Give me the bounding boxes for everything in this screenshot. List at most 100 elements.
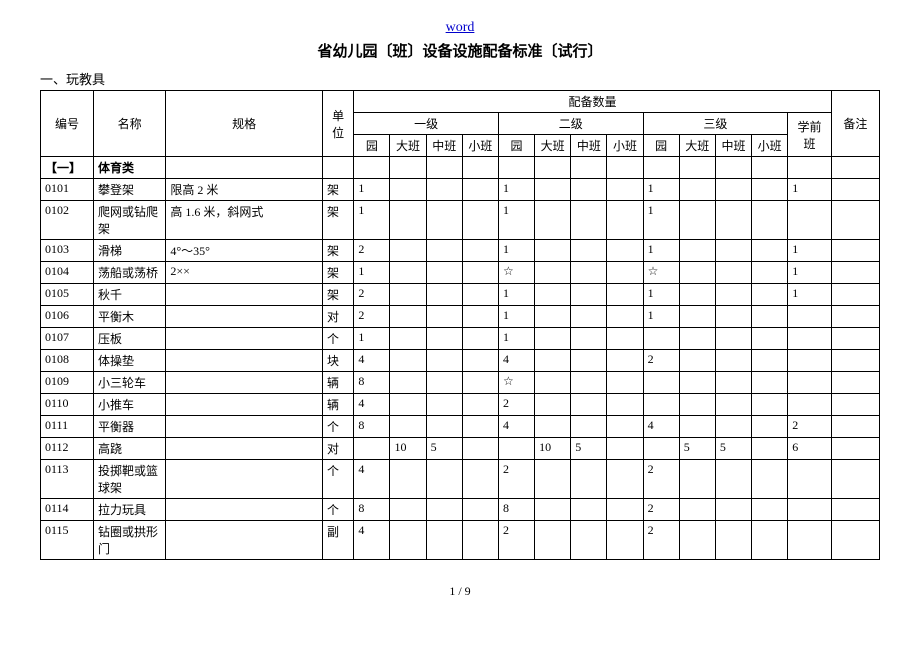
table-row: 0103滑梯4°～35°架2111 [41,240,880,262]
table-cell: 4 [354,460,390,499]
table-cell [752,499,788,521]
th-qty-group: 配备数量 [354,91,831,113]
table-row: 0111平衡器个8442 [41,416,880,438]
table-cell: 小推车 [94,394,166,416]
table-cell [679,240,715,262]
table-cell [679,460,715,499]
table-cell [535,328,571,350]
table-cell: 压板 [94,328,166,350]
table-cell [571,201,607,240]
table-cell [571,416,607,438]
table-cell: 秋千 [94,284,166,306]
th-level3: 三级 [643,113,788,135]
table-cell [715,521,751,560]
table-cell: 架 [323,284,354,306]
table-cell [166,499,323,521]
table-cell [390,350,426,372]
table-cell [462,350,498,372]
table-cell [535,262,571,284]
table-cell: 4 [354,394,390,416]
table-cell: 2 [643,521,679,560]
table-cell [166,372,323,394]
table-cell [426,416,462,438]
table-cell [679,262,715,284]
table-cell: 个 [323,460,354,499]
table-cell [607,416,643,438]
th-l2-yuan: 园 [498,135,534,157]
table-cell [752,262,788,284]
table-cell: 0110 [41,394,94,416]
table-cell [535,179,571,201]
table-cell [715,179,751,201]
table-cell [607,240,643,262]
table-cell [679,499,715,521]
section-empty-cell [354,157,390,179]
section-empty-cell [715,157,751,179]
table-cell [831,372,879,394]
table-cell [462,328,498,350]
table-cell: 滑梯 [94,240,166,262]
table-cell: 1 [498,328,534,350]
table-cell: 2 [788,416,832,438]
section-empty-cell [390,157,426,179]
table-cell: 体操垫 [94,350,166,372]
table-cell [426,201,462,240]
table-cell: 1 [788,240,832,262]
table-cell: 1 [354,328,390,350]
table-cell: 0114 [41,499,94,521]
table-cell [571,179,607,201]
table-cell [462,460,498,499]
table-cell [462,284,498,306]
table-cell [571,499,607,521]
table-cell [535,521,571,560]
table-cell [390,328,426,350]
table-cell [426,328,462,350]
table-cell: 8 [354,416,390,438]
table-cell: 攀登架 [94,179,166,201]
table-cell [462,394,498,416]
table-cell [831,284,879,306]
table-cell [166,438,323,460]
table-cell [831,521,879,560]
table-cell [643,372,679,394]
table-cell: 2×× [166,262,323,284]
table-cell: 个 [323,416,354,438]
table-cell [390,416,426,438]
table-cell [679,372,715,394]
th-l3-da: 大班 [679,135,715,157]
table-cell: 0115 [41,521,94,560]
table-cell: 副 [323,521,354,560]
table-cell: 8 [354,499,390,521]
table-row: 0115钻圈或拱形门副422 [41,521,880,560]
table-cell [166,460,323,499]
table-cell: 1 [498,284,534,306]
table-cell: 6 [788,438,832,460]
table-cell [831,394,879,416]
table-cell: 架 [323,262,354,284]
equipment-table: 编号 名称 规格 单位 配备数量 备注 一级 二级 三级 学前班 园 大班 中班… [40,90,880,560]
table-cell: 1 [643,179,679,201]
table-cell [607,328,643,350]
table-cell [426,306,462,328]
table-cell [354,438,390,460]
section-empty-cell [462,157,498,179]
table-cell: 架 [323,179,354,201]
table-cell [426,372,462,394]
table-cell: 4 [643,416,679,438]
table-cell [607,284,643,306]
table-cell [390,306,426,328]
table-cell [752,179,788,201]
table-cell: 辆 [323,372,354,394]
th-level1: 一级 [354,113,499,135]
table-cell [715,201,751,240]
table-cell [535,460,571,499]
table-cell [462,201,498,240]
table-cell [831,179,879,201]
table-cell [752,328,788,350]
table-cell [571,460,607,499]
table-cell: 10 [390,438,426,460]
table-cell [752,460,788,499]
table-cell: 投掷靶或篮球架 [94,460,166,499]
table-cell [166,306,323,328]
section-name-cell: 体育类 [94,157,166,179]
